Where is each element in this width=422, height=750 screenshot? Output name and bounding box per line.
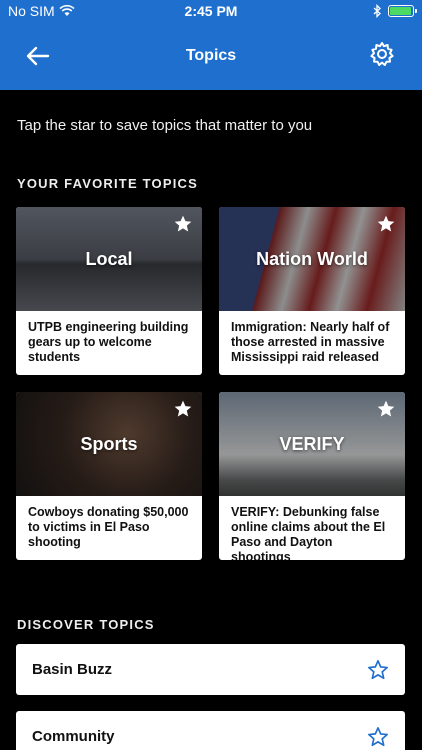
gear-icon[interactable] xyxy=(368,40,396,68)
battery-icon xyxy=(388,5,417,17)
star-filled-icon[interactable] xyxy=(173,214,193,234)
card-headline: VERIFY: Debunking false online claims ab… xyxy=(231,505,386,560)
status-right-group xyxy=(373,4,417,18)
status-bar: No SIM 2:45 PM xyxy=(0,0,422,22)
discover-topic-basin-buzz[interactable]: Basin Buzz xyxy=(16,644,405,695)
card-label: Sports xyxy=(80,433,138,454)
card-label: Local xyxy=(85,248,133,269)
card-image: Nation World xyxy=(219,207,405,311)
topic-label: Basin Buzz xyxy=(32,661,113,678)
star-outline-icon[interactable] xyxy=(367,726,389,748)
card-image: Local xyxy=(16,207,202,311)
topic-card-verify[interactable]: VERIFY VERIFY: Debunking false online cl… xyxy=(219,392,405,560)
card-label: VERIFY xyxy=(279,433,345,454)
card-image: Sports xyxy=(16,392,202,496)
card-headline: Immigration: Nearly half of those arrest… xyxy=(231,320,390,364)
topic-card-sports[interactable]: Sports Cowboys donating $50,000 to victi… xyxy=(16,392,202,560)
star-filled-icon[interactable] xyxy=(376,399,396,419)
star-outline-icon[interactable] xyxy=(367,659,389,681)
battery-level xyxy=(390,7,411,15)
carrier-label: No SIM xyxy=(8,3,55,19)
discover-heading: DISCOVER TOPICS xyxy=(17,617,155,632)
topic-label: Community xyxy=(32,728,115,745)
card-image: VERIFY xyxy=(219,392,405,496)
carrier-group: No SIM xyxy=(8,3,75,19)
favorites-heading: YOUR FAVORITE TOPICS xyxy=(17,176,198,191)
card-headline: UTPB engineering building gears up to we… xyxy=(28,320,189,364)
star-filled-icon[interactable] xyxy=(376,214,396,234)
back-arrow-icon[interactable] xyxy=(24,44,52,68)
topic-card-nation-world[interactable]: Nation World Immigration: Nearly half of… xyxy=(219,207,405,375)
card-headline: Cowboys donating $50,000 to victims in E… xyxy=(28,505,189,549)
topic-card-local[interactable]: Local UTPB engineering building gears up… xyxy=(16,207,202,375)
nav-bar: Topics xyxy=(0,22,422,90)
card-label: Nation World xyxy=(256,248,368,269)
discover-topic-community[interactable]: Community xyxy=(16,711,405,750)
wifi-icon xyxy=(59,5,75,16)
star-filled-icon[interactable] xyxy=(173,399,193,419)
bluetooth-icon xyxy=(373,4,381,18)
page-title: Topics xyxy=(185,47,237,64)
intro-text: Tap the star to save topics that matter … xyxy=(17,117,313,134)
